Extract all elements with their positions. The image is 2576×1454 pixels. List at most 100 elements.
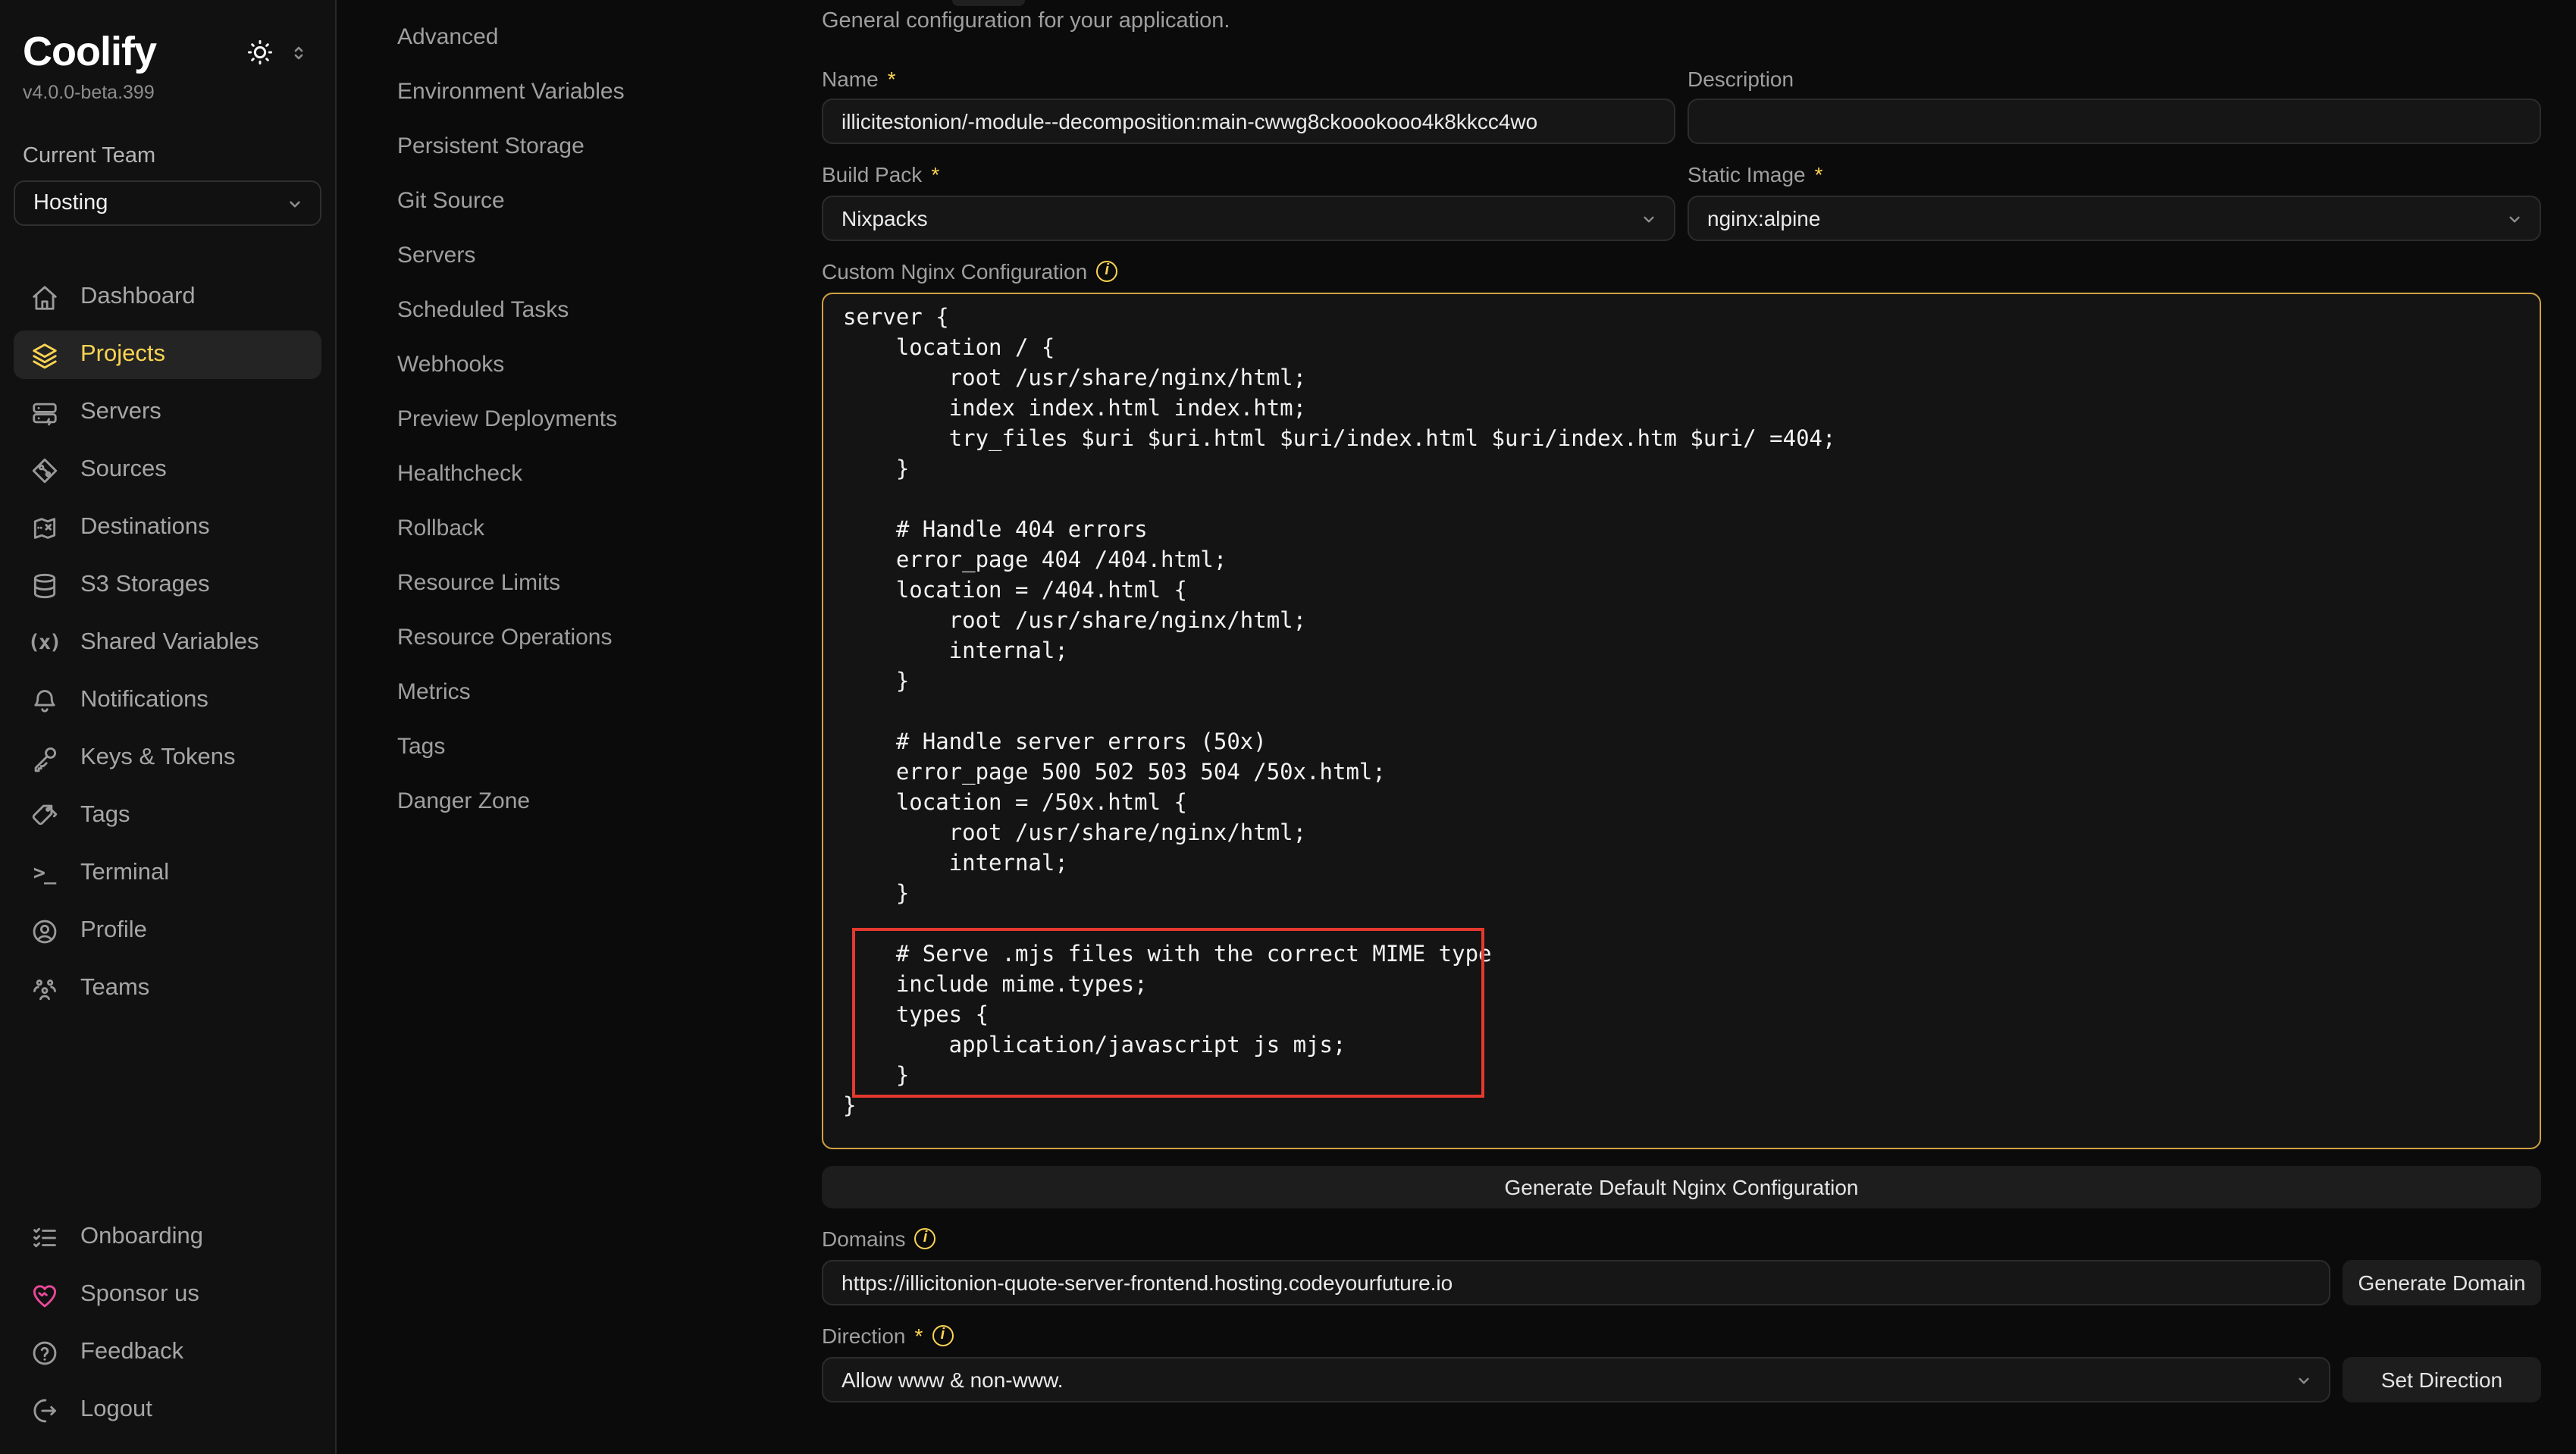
subnav-item-rollback[interactable]: Rollback bbox=[397, 509, 807, 546]
users-icon bbox=[29, 973, 59, 1004]
sidebar-item-dashboard[interactable]: Dashboard bbox=[14, 273, 321, 321]
subnav-item-git-source[interactable]: Git Source bbox=[397, 182, 807, 218]
code-line: root /usr/share/nginx/html; bbox=[843, 606, 2540, 637]
code-line: } bbox=[843, 1092, 2540, 1122]
custom-nginx-label: Custom Nginx Configuration i bbox=[822, 258, 2541, 284]
sidebar-item-label: Projects bbox=[80, 341, 165, 368]
team-select[interactable]: Hosting bbox=[14, 180, 321, 226]
page-subtitle: General configuration for your applicati… bbox=[822, 0, 2541, 36]
name-input[interactable] bbox=[822, 99, 1675, 144]
info-icon[interactable]: i bbox=[932, 1324, 953, 1346]
sidebar-item-label: Dashboard bbox=[80, 284, 196, 311]
static-image-value: nginx:alpine bbox=[1707, 206, 1820, 230]
direction-select[interactable]: Allow www & non-www. bbox=[822, 1357, 2330, 1402]
sidebar-footer-nav: Onboarding Sponsor us Feedback Logout bbox=[14, 1213, 321, 1443]
code-line: index index.html index.htm; bbox=[843, 394, 2540, 425]
domains-input[interactable] bbox=[822, 1260, 2330, 1305]
logout-icon bbox=[29, 1395, 59, 1425]
app-logo: Coolify bbox=[14, 29, 156, 76]
build-pack-select[interactable]: Nixpacks bbox=[822, 196, 1675, 241]
help-icon bbox=[29, 1337, 59, 1368]
subnav-item-persistent-storage[interactable]: Persistent Storage bbox=[397, 127, 807, 164]
sidebar-item-label: Terminal bbox=[80, 860, 169, 887]
info-icon[interactable]: i bbox=[915, 1227, 936, 1249]
nginx-config-editor[interactable]: server { location / { root /usr/share/ng… bbox=[822, 293, 2541, 1149]
main-content: General configuration for your applicati… bbox=[822, 0, 2541, 1402]
code-line: location = /50x.html { bbox=[843, 788, 2540, 819]
sidebar-item-s3-storages[interactable]: S3 Storages bbox=[14, 561, 321, 609]
sidebar-item-logout[interactable]: Logout bbox=[14, 1386, 321, 1434]
chevrons-up-down-icon[interactable] bbox=[288, 42, 309, 63]
checklist-icon bbox=[29, 1222, 59, 1252]
app-version: v4.0.0-beta.399 bbox=[14, 82, 321, 103]
sidebar-item-notifications[interactable]: Notifications bbox=[14, 676, 321, 725]
sidebar-item-label: Notifications bbox=[80, 687, 208, 714]
direction-label: Direction* i bbox=[822, 1322, 2541, 1348]
sidebar: Coolify v4.0.0-beta.399 Current Team Hos… bbox=[0, 0, 337, 1454]
domains-label: Domains i bbox=[822, 1225, 2541, 1251]
build-pack-label: Build Pack* bbox=[822, 161, 1675, 186]
sidebar-item-sources[interactable]: Sources bbox=[14, 446, 321, 494]
code-line: # Serve .mjs files with the correct MIME… bbox=[843, 940, 2540, 970]
sidebar-item-label: Logout bbox=[80, 1396, 152, 1424]
code-line: types { bbox=[843, 1001, 2540, 1031]
code-line: } bbox=[843, 455, 2540, 485]
static-image-select[interactable]: nginx:alpine bbox=[1688, 196, 2541, 241]
sidebar-item-projects[interactable]: Projects bbox=[14, 331, 321, 379]
code-line: } bbox=[843, 1061, 2540, 1092]
generate-domain-button[interactable]: Generate Domain bbox=[2343, 1260, 2541, 1305]
sidebar-item-shared-variables[interactable]: (x)Shared Variables bbox=[14, 619, 321, 667]
team-select-value: Hosting bbox=[33, 191, 108, 215]
set-direction-button[interactable]: Set Direction bbox=[2343, 1357, 2541, 1402]
subnav-item-metrics[interactable]: Metrics bbox=[397, 673, 807, 710]
sidebar-item-keys-tokens[interactable]: Keys & Tokens bbox=[14, 734, 321, 782]
database-icon bbox=[29, 570, 59, 600]
info-icon[interactable]: i bbox=[1096, 260, 1117, 281]
sidebar-item-destinations[interactable]: Destinations bbox=[14, 503, 321, 552]
code-line bbox=[843, 910, 2540, 940]
code-line bbox=[843, 697, 2540, 728]
subnav-item-resource-limits[interactable]: Resource Limits bbox=[397, 564, 807, 600]
subnav-item-webhooks[interactable]: Webhooks bbox=[397, 346, 807, 382]
code-line: include mime.types; bbox=[843, 970, 2540, 1001]
sidebar-item-tags[interactable]: Tags bbox=[14, 791, 321, 840]
subnav-item-advanced[interactable]: Advanced bbox=[397, 18, 807, 55]
subnav-item-tags[interactable]: Tags bbox=[397, 728, 807, 764]
sidebar-item-terminal[interactable]: >_Terminal bbox=[14, 849, 321, 898]
subnav-item-healthcheck[interactable]: Healthcheck bbox=[397, 455, 807, 491]
app-window: Coolify v4.0.0-beta.399 Current Team Hos… bbox=[0, 0, 2576, 1454]
chevron-down-icon bbox=[1639, 208, 1659, 228]
sidebar-item-profile[interactable]: Profile bbox=[14, 907, 321, 955]
sidebar-item-label: Servers bbox=[80, 399, 161, 426]
subnav-item-scheduled-tasks[interactable]: Scheduled Tasks bbox=[397, 291, 807, 327]
sidebar-nav: Dashboard Projects Servers Sources Destinati… bbox=[14, 273, 321, 1013]
sidebar-item-label: Keys & Tokens bbox=[80, 744, 236, 772]
code-line: } bbox=[843, 667, 2540, 697]
generate-default-nginx-button[interactable]: Generate Default Nginx Configuration bbox=[822, 1166, 2541, 1208]
code-line: } bbox=[843, 879, 2540, 910]
sidebar-item-label: Teams bbox=[80, 975, 149, 1002]
theme-toggle-sun-icon[interactable] bbox=[246, 38, 274, 67]
subnav-item-environment-variables[interactable]: Environment Variables bbox=[397, 73, 807, 109]
sidebar-item-feedback[interactable]: Feedback bbox=[14, 1328, 321, 1377]
sidebar-item-teams[interactable]: Teams bbox=[14, 964, 321, 1013]
code-line: error_page 500 502 503 504 /50x.html; bbox=[843, 758, 2540, 788]
sidebar-item-sponsor-us[interactable]: Sponsor us bbox=[14, 1271, 321, 1319]
sidebar-item-onboarding[interactable]: Onboarding bbox=[14, 1213, 321, 1261]
sidebar-item-label: Shared Variables bbox=[80, 629, 259, 656]
subnav-item-danger-zone[interactable]: Danger Zone bbox=[397, 782, 807, 819]
sidebar-item-label: Tags bbox=[80, 802, 130, 829]
chevron-down-icon bbox=[2294, 1370, 2314, 1390]
tab-fragment bbox=[952, 0, 1025, 6]
sidebar-item-label: Profile bbox=[80, 917, 147, 945]
code-line: application/javascript js mjs; bbox=[843, 1031, 2540, 1061]
description-input[interactable] bbox=[1688, 99, 2541, 144]
subnav-item-servers[interactable]: Servers bbox=[397, 237, 807, 273]
subnav-item-resource-operations[interactable]: Resource Operations bbox=[397, 619, 807, 655]
settings-subnav: Advanced Environment Variables Persistent … bbox=[397, 0, 807, 837]
code-line: location = /404.html { bbox=[843, 576, 2540, 606]
code-line: try_files $uri $uri.html $uri/index.html… bbox=[843, 425, 2540, 455]
sidebar-item-servers[interactable]: Servers bbox=[14, 388, 321, 437]
required-asterisk: * bbox=[931, 161, 939, 186]
subnav-item-preview-deployments[interactable]: Preview Deployments bbox=[397, 400, 807, 437]
